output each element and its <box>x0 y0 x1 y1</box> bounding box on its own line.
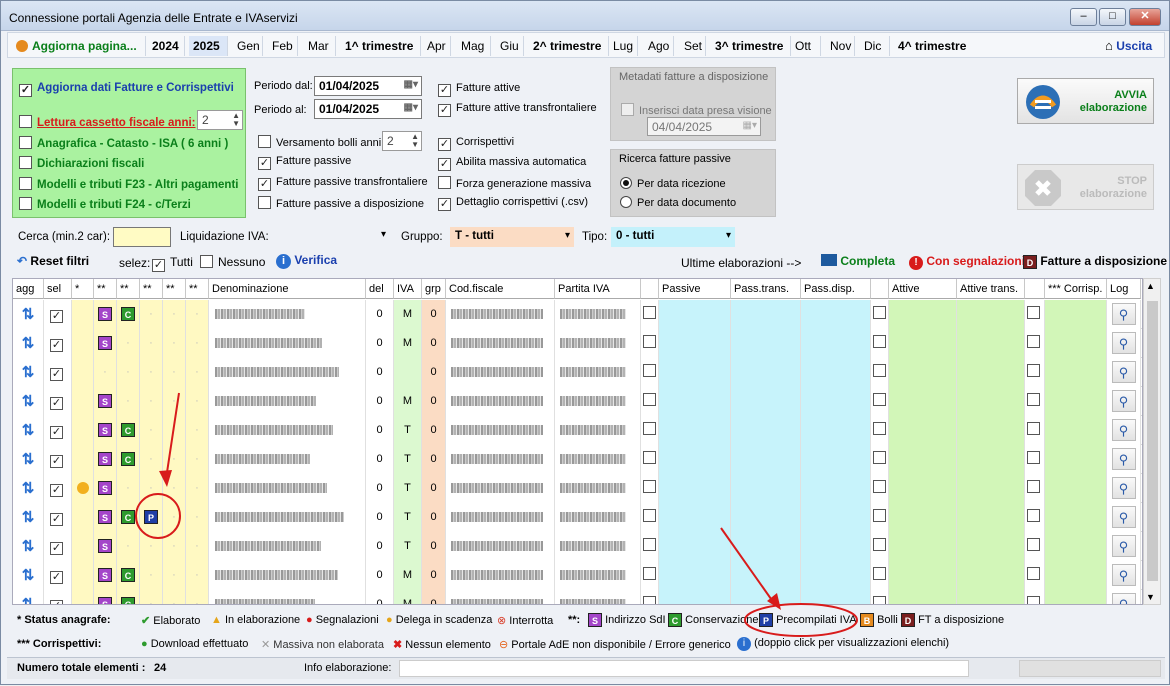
annotation-arrowhead-1 <box>159 470 172 487</box>
main-window: Connessione portali Agenzia delle Entrat… <box>0 0 1170 685</box>
annotation-circle-2 <box>744 603 858 637</box>
annotation-circle-1 <box>135 493 181 539</box>
annotation-overlay <box>135 392 858 637</box>
annotation-arrow-1 <box>165 392 180 480</box>
annotation-arrow-2 <box>720 527 777 607</box>
